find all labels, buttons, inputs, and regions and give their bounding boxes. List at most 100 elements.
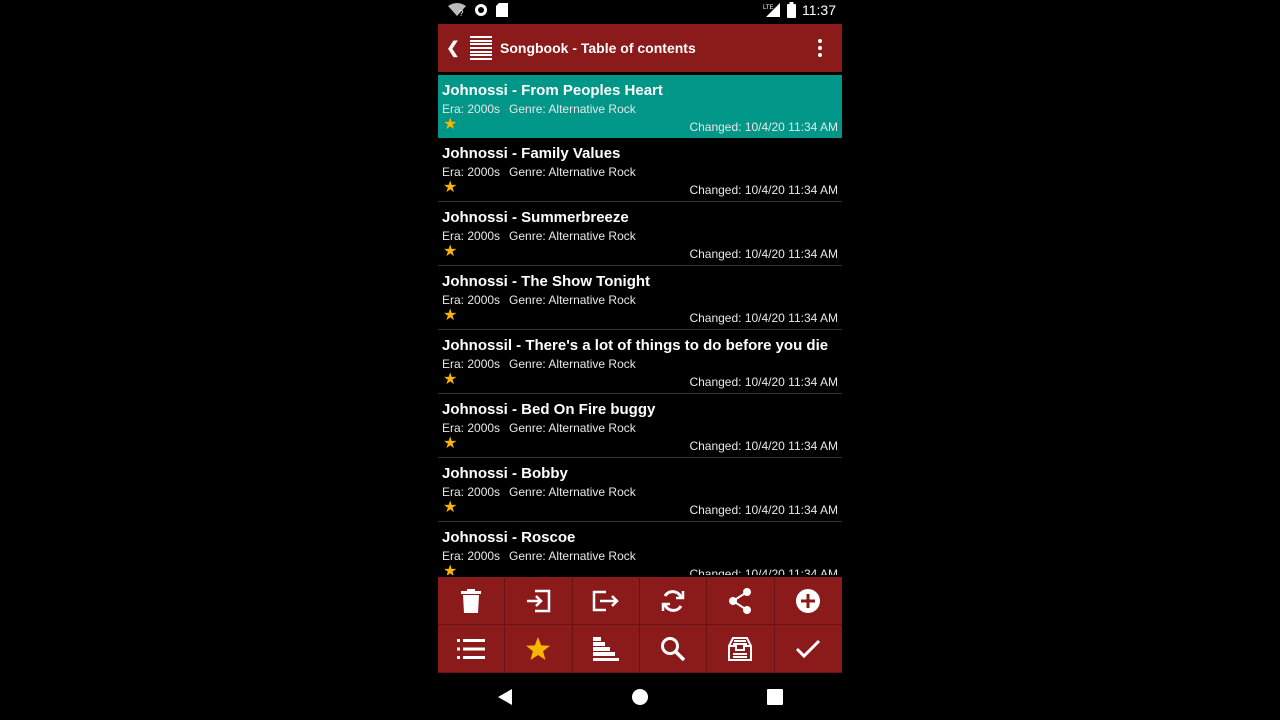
song-meta: Era: 2000s Genre: Alternative Rock: [442, 485, 636, 499]
favorite-star-icon[interactable]: ★: [443, 180, 457, 196]
phone-screen: ? LTE 11:37 ❮ Songbook - Table of conten…: [438, 0, 842, 720]
battery-icon: [787, 2, 796, 18]
archive-box-icon: [728, 636, 753, 661]
favorite-star-icon[interactable]: ★: [443, 564, 457, 576]
cell-signal-icon: LTE: [763, 3, 780, 17]
favorite-star-icon[interactable]: ★: [443, 372, 457, 388]
export-button[interactable]: [572, 577, 640, 625]
sort-bars-icon: [592, 636, 619, 661]
song-era: Era: 2000s: [442, 229, 501, 243]
song-meta: Era: 2000s Genre: Alternative Rock: [442, 549, 636, 563]
song-list: Johnossi - From Peoples Heart Era: 2000s…: [438, 75, 842, 575]
song-changed: Changed: 10/4/20 11:34 AM: [689, 439, 838, 453]
song-genre: Genre: Alternative Rock: [509, 293, 636, 307]
nav-home-icon[interactable]: [631, 688, 649, 706]
favorite-star-icon[interactable]: ★: [443, 117, 457, 133]
favorite-star-icon[interactable]: ★: [443, 500, 457, 516]
song-era: Era: 2000s: [442, 165, 501, 179]
song-era: Era: 2000s: [442, 102, 501, 116]
overflow-menu-icon[interactable]: [804, 39, 836, 57]
delete-button[interactable]: [438, 577, 506, 625]
song-changed: Changed: 10/4/20 11:34 AM: [689, 567, 838, 575]
song-title: Johnossi - Roscoe: [442, 529, 576, 546]
song-genre: Genre: Alternative Rock: [509, 485, 636, 499]
song-era: Era: 2000s: [442, 293, 501, 307]
confirm-button[interactable]: [774, 625, 842, 673]
song-meta: Era: 2000s Genre: Alternative Rock: [442, 229, 636, 243]
favorite-star-icon[interactable]: ★: [443, 244, 457, 260]
favorite-star-icon[interactable]: ★: [443, 308, 457, 324]
song-changed: Changed: 10/4/20 11:34 AM: [689, 183, 838, 197]
export-icon: [592, 590, 619, 611]
song-title: Johnossi - Summerbreeze: [442, 209, 629, 226]
wifi-icon: ?: [448, 3, 466, 17]
song-title: Johnossil - There's a lot of things to d…: [442, 337, 829, 354]
nav-back-icon[interactable]: [497, 688, 513, 706]
favorites-button[interactable]: [505, 625, 573, 673]
status-bar: ? LTE 11:37: [438, 0, 842, 24]
bottom-toolbar: [438, 577, 842, 673]
list-item[interactable]: Johnossi - The Show Tonight Era: 2000s Ge…: [438, 266, 842, 330]
song-era: Era: 2000s: [442, 485, 501, 499]
song-genre: Genre: Alternative Rock: [509, 549, 636, 563]
song-era: Era: 2000s: [442, 357, 501, 371]
clock: 11:37: [802, 2, 836, 18]
song-title: Johnossi - Bed On Fire buggy: [442, 401, 656, 418]
share-button[interactable]: [707, 577, 775, 625]
song-era: Era: 2000s: [442, 421, 501, 435]
list-icon: [457, 638, 486, 659]
list-item[interactable]: Johnossi - Bobby Era: 2000s Genre: Altern…: [438, 458, 842, 522]
song-meta: Era: 2000s Genre: Alternative Rock: [442, 357, 636, 371]
song-changed: Changed: 10/4/20 11:34 AM: [689, 311, 838, 325]
songbook-icon: [470, 36, 492, 60]
system-nav-bar: [438, 673, 842, 720]
sync-icon: [661, 589, 685, 612]
archive-button[interactable]: [707, 625, 775, 673]
song-changed: Changed: 10/4/20 11:34 AM: [689, 503, 838, 517]
song-title: Johnossi - From Peoples Heart: [442, 82, 663, 99]
song-genre: Genre: Alternative Rock: [509, 165, 636, 179]
sort-button[interactable]: [572, 625, 640, 673]
song-changed: Changed: 10/4/20 11:34 AM: [689, 120, 838, 134]
song-meta: Era: 2000s Genre: Alternative Rock: [442, 293, 636, 307]
sync-status-icon: [475, 4, 487, 16]
song-genre: Genre: Alternative Rock: [509, 421, 636, 435]
check-icon: [796, 639, 821, 658]
song-meta: Era: 2000s Genre: Alternative Rock: [442, 421, 636, 435]
song-era: Era: 2000s: [442, 549, 501, 563]
svg-text:?: ?: [459, 9, 464, 17]
add-circle-icon: [796, 588, 821, 613]
import-button[interactable]: [505, 577, 573, 625]
list-item[interactable]: Johnossi - Summerbreeze Era: 2000s Genre:…: [438, 202, 842, 266]
song-genre: Genre: Alternative Rock: [509, 357, 636, 371]
song-genre: Genre: Alternative Rock: [509, 102, 636, 116]
sd-card-icon: [496, 3, 508, 17]
sync-button[interactable]: [640, 577, 708, 625]
list-item[interactable]: Johnossi - Family Values Era: 2000s Genre…: [438, 138, 842, 202]
add-button[interactable]: [774, 577, 842, 625]
nav-recents-icon[interactable]: [767, 688, 783, 705]
list-view-button[interactable]: [438, 625, 506, 673]
list-item[interactable]: Johnossi - From Peoples Heart Era: 2000s…: [438, 75, 842, 138]
song-meta: Era: 2000s Genre: Alternative Rock: [442, 102, 636, 116]
share-icon: [729, 587, 752, 614]
list-item[interactable]: Johnossi - Bed On Fire buggy Era: 2000s G…: [438, 394, 842, 458]
search-icon: [661, 636, 686, 661]
search-button[interactable]: [640, 625, 708, 673]
song-title: Johnossi - Bobby: [442, 465, 568, 482]
page-title: Songbook - Table of contents: [500, 40, 696, 56]
song-changed: Changed: 10/4/20 11:34 AM: [689, 375, 838, 389]
favorite-star-icon[interactable]: ★: [443, 436, 457, 452]
list-item[interactable]: Johnossil - There's a lot of things to d…: [438, 330, 842, 394]
list-item[interactable]: Johnossi - Roscoe Era: 2000s Genre: Alter…: [438, 522, 842, 575]
trash-icon: [461, 588, 482, 613]
song-title: Johnossi - The Show Tonight: [442, 273, 651, 290]
star-icon: [526, 636, 551, 660]
song-changed: Changed: 10/4/20 11:34 AM: [689, 247, 838, 261]
song-meta: Era: 2000s Genre: Alternative Rock: [442, 165, 636, 179]
action-bar: ❮ Songbook - Table of contents: [438, 24, 842, 72]
song-title: Johnossi - Family Values: [442, 145, 621, 162]
svg-text:LTE: LTE: [763, 5, 774, 11]
import-icon: [527, 589, 551, 612]
back-button[interactable]: ❮: [440, 38, 466, 58]
